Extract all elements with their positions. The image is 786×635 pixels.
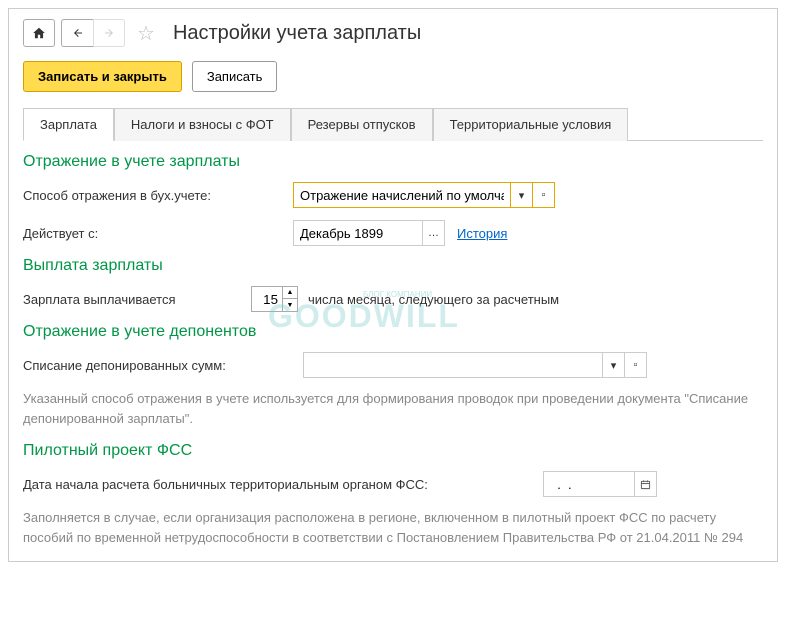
- method-dropdown-icon[interactable]: ▾: [511, 182, 533, 208]
- page-title: Настройки учета зарплаты: [173, 22, 421, 45]
- favorite-star-icon[interactable]: ☆: [137, 21, 155, 46]
- tab-salary[interactable]: Зарплата: [23, 108, 114, 141]
- fss-hint: Заполняется в случае, если организация р…: [23, 508, 763, 547]
- writeoff-label: Списание депонированных сумм:: [23, 358, 303, 373]
- tab-taxes[interactable]: Налоги и взносы с ФОТ: [114, 108, 291, 141]
- method-input[interactable]: [293, 182, 511, 208]
- effective-input[interactable]: [293, 220, 423, 246]
- deponents-hint: Указанный способ отражения в учете испол…: [23, 389, 763, 428]
- writeoff-input[interactable]: [303, 352, 603, 378]
- day-down-icon[interactable]: ▼: [283, 299, 297, 311]
- paid-label: Зарплата выплачивается: [23, 292, 251, 307]
- fss-calendar-icon[interactable]: [635, 471, 657, 497]
- effective-label: Действует с:: [23, 226, 293, 241]
- back-button[interactable]: [61, 19, 93, 47]
- home-button[interactable]: [23, 19, 55, 47]
- section-payout-title: Выплата зарплаты: [23, 257, 763, 275]
- writeoff-dropdown-icon[interactable]: ▾: [603, 352, 625, 378]
- writeoff-open-icon[interactable]: ▫: [625, 352, 647, 378]
- fss-date-label: Дата начала расчета больничных территори…: [23, 477, 543, 492]
- section-accounting-title: Отражение в учете зарплаты: [23, 153, 763, 171]
- tab-reserves[interactable]: Резервы отпусков: [291, 108, 433, 141]
- fss-date-input[interactable]: [543, 471, 635, 497]
- method-label: Способ отражения в бух.учете:: [23, 188, 293, 203]
- forward-button[interactable]: [93, 19, 125, 47]
- method-open-icon[interactable]: ▫: [533, 182, 555, 208]
- tab-territorial[interactable]: Территориальные условия: [433, 108, 629, 141]
- section-fss-title: Пилотный проект ФСС: [23, 442, 763, 460]
- save-button[interactable]: Записать: [192, 61, 278, 92]
- section-deponents-title: Отражение в учете депонентов: [23, 323, 763, 341]
- save-close-button[interactable]: Записать и закрыть: [23, 61, 182, 92]
- day-input[interactable]: [251, 286, 283, 312]
- effective-select-icon[interactable]: …: [423, 220, 445, 246]
- day-up-icon[interactable]: ▲: [283, 287, 297, 299]
- paid-suffix: числа месяца, следующего за расчетным: [308, 292, 559, 307]
- history-link[interactable]: История: [457, 226, 507, 241]
